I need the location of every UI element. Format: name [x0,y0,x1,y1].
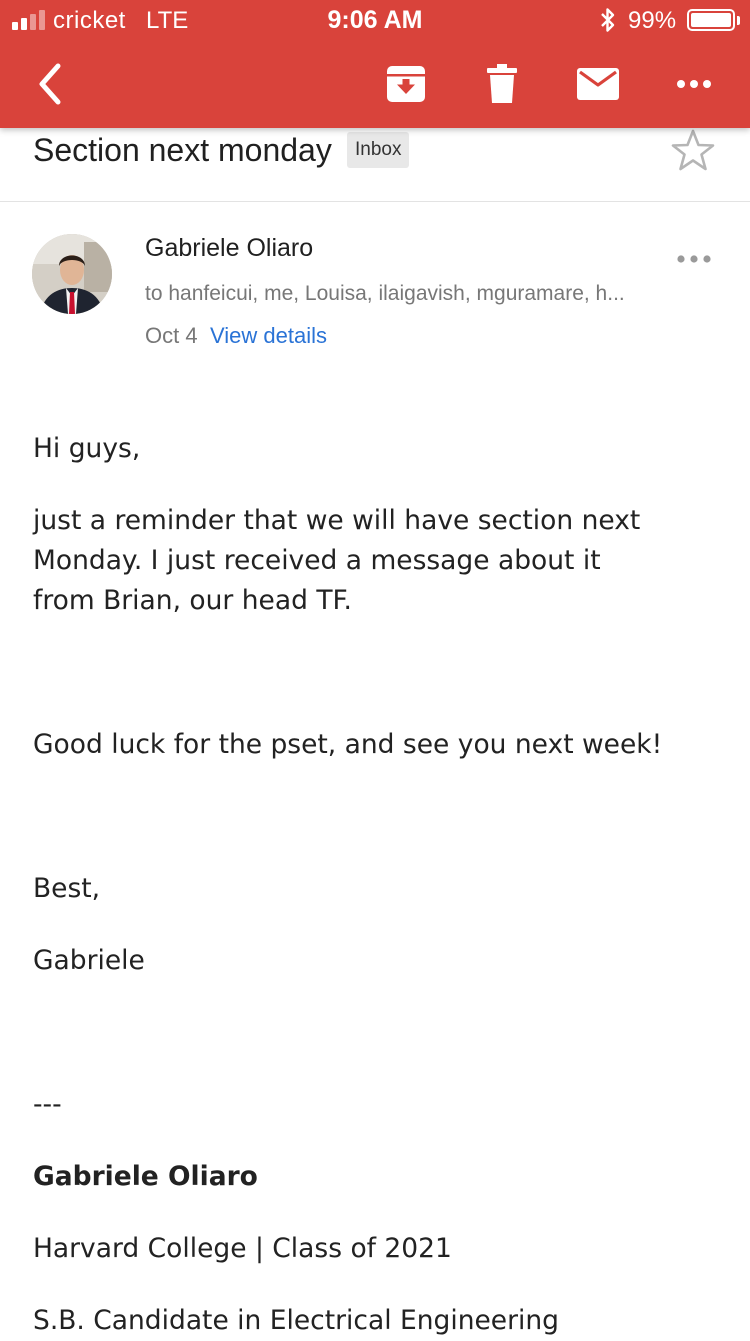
recipients-list: to hanfeicui, me, Louisa, ilaigavish, mg… [145,282,625,305]
email-subject: Section next monday [33,132,332,168]
body-line: Monday. I just received a message about … [33,545,601,576]
body-line: just a reminder that we will have sectio… [33,505,641,536]
more-icon [677,80,711,88]
back-icon [39,63,61,105]
delete-button[interactable] [474,58,530,110]
body-line: from Brian, our head TF. [33,585,352,616]
trash-icon [487,64,517,103]
view-details-link[interactable]: View details [210,323,327,349]
back-button[interactable] [24,58,80,110]
body-sender-name: Gabriele [33,945,145,976]
body-greeting: Hi guys, [33,433,141,464]
more-options-button[interactable] [666,58,722,110]
body-paragraph-1: just a reminder that we will have sectio… [33,501,723,621]
status-bar: cricket LTE 9:06 AM 99% [0,0,750,40]
mail-icon [577,68,619,100]
signature-name: Gabriele Oliaro [33,1161,258,1192]
archive-icon [387,66,425,102]
battery-percent: 99% [628,7,677,34]
bluetooth-icon [601,8,615,32]
battery-icon [687,9,735,31]
mark-unread-button[interactable] [570,58,626,110]
archive-button[interactable] [378,58,434,110]
signature-separator: --- [33,1089,62,1120]
app-header: cricket LTE 9:06 AM 99% [0,0,750,128]
sender-name: Gabriele Oliaro [145,234,314,262]
sender-avatar[interactable] [32,234,112,314]
email-date: Oct 4 [145,323,198,348]
inbox-label-badge[interactable]: Inbox [347,132,410,168]
battery-tip [737,16,740,25]
message-more-icon[interactable] [672,244,716,274]
signature-line-1: Harvard College | Class of 2021 [33,1233,452,1264]
star-icon[interactable] [670,128,716,172]
body-closing: Best, [33,873,101,904]
body-paragraph-2: Good luck for the pset, and see you next… [33,729,663,760]
signature-line-2: S.B. Candidate in Electrical Engineering [33,1305,559,1336]
